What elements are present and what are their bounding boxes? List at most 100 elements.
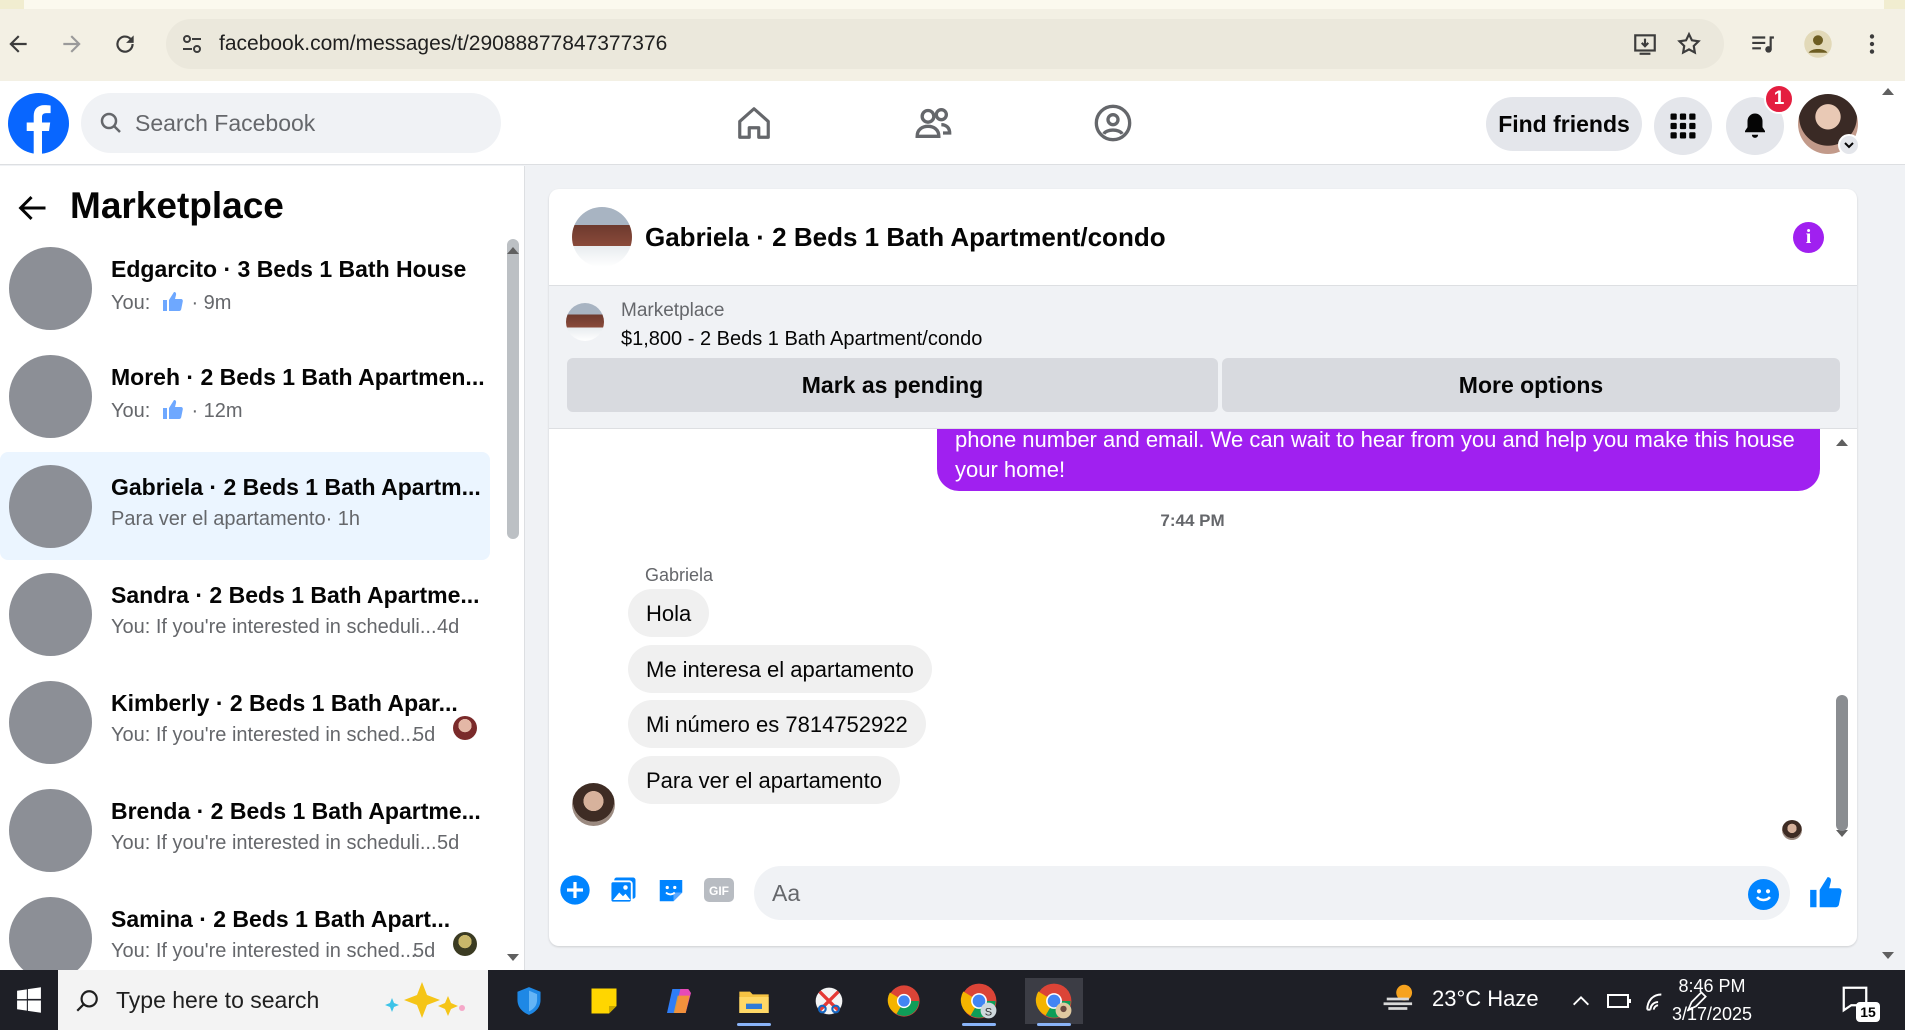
back-icon[interactable] xyxy=(0,26,36,62)
listing-thumbnail xyxy=(9,573,92,656)
copilot-app-icon[interactable] xyxy=(650,978,708,1024)
taskbar-time[interactable]: 8:46 PM xyxy=(1672,976,1752,997)
message-input[interactable] xyxy=(754,866,1790,920)
listing-thumbnail xyxy=(9,681,92,764)
weather-haze-icon[interactable] xyxy=(1382,980,1420,1018)
snipping-tool-app-icon[interactable] xyxy=(800,978,858,1024)
facebook-search[interactable] xyxy=(81,93,501,153)
conversation-item-active[interactable]: Gabriela · 2 Beds 1 Bath Apartm... Para … xyxy=(0,452,490,560)
preview-text: You: If you're interested in scheduli... xyxy=(111,832,437,854)
chrome-active-app-icon[interactable] xyxy=(1025,978,1083,1026)
taskbar-search-box[interactable]: Type here to search xyxy=(58,970,488,1030)
groups-icon[interactable] xyxy=(1083,93,1143,153)
conversation-item[interactable]: Edgarcito · 3 Beds 1 Bath House You: · 9… xyxy=(0,234,490,342)
media-control-icon[interactable] xyxy=(1744,26,1780,62)
page-scroll-up-arrow-icon[interactable] xyxy=(1880,85,1896,97)
profile-icon[interactable] xyxy=(1800,26,1836,62)
sticker-icon[interactable] xyxy=(655,874,687,906)
chat-listing-avatar[interactable] xyxy=(572,207,632,267)
conversation-time: · 9m xyxy=(191,292,232,314)
address-bar[interactable]: facebook.com/messages/t/2908887784737737… xyxy=(166,19,1724,69)
windows-taskbar: Type here to search S 23°C Haze 8:46 PM … xyxy=(0,970,1905,1030)
url-text[interactable]: facebook.com/messages/t/2908887784737737… xyxy=(219,32,667,56)
browser-menu-icon[interactable] xyxy=(1854,26,1890,62)
facebook-header: Find friends xyxy=(0,81,1905,165)
read-receipt-avatar xyxy=(1782,820,1802,840)
bookmark-star-icon[interactable] xyxy=(1676,31,1702,62)
conversation-item[interactable]: Kimberly · 2 Beds 1 Bath Apar... You: If… xyxy=(0,668,490,776)
scroll-down-arrow-icon[interactable] xyxy=(505,952,521,964)
message-composer: GIF xyxy=(549,849,1857,946)
thumbs-up-icon xyxy=(162,400,183,419)
home-icon[interactable] xyxy=(724,93,784,153)
svg-text:S: S xyxy=(985,1006,992,1018)
photo-gallery-icon[interactable] xyxy=(607,874,639,906)
running-indicator xyxy=(737,1023,771,1026)
facebook-search-input[interactable] xyxy=(135,93,485,153)
preview-text: Para ver el apartamento xyxy=(111,508,326,530)
conversation-item[interactable]: Moreh · 2 Beds 1 Bath Apartmen... You: ·… xyxy=(0,342,490,450)
file-explorer-app-icon[interactable] xyxy=(725,978,783,1026)
sticky-notes-app-icon[interactable] xyxy=(575,978,633,1024)
menu-grid-icon[interactable] xyxy=(1654,97,1712,155)
more-options-button[interactable]: More options xyxy=(1222,358,1840,412)
find-friends-button[interactable]: Find friends xyxy=(1486,97,1642,151)
conversation-time: · 12m xyxy=(191,400,243,422)
install-app-icon[interactable] xyxy=(1632,31,1658,62)
conversation-item[interactable]: Sandra · 2 Beds 1 Bath Apartme... You: I… xyxy=(0,560,490,668)
chrome-app-icon[interactable] xyxy=(875,978,933,1024)
chevron-down-icon[interactable] xyxy=(1838,134,1860,156)
conversation-item[interactable]: Samina · 2 Beds 1 Bath Apart... You: If … xyxy=(0,884,490,970)
gif-icon[interactable]: GIF xyxy=(703,874,735,906)
chat-title[interactable]: Gabriela · 2 Beds 1 Bath Apartment/condo xyxy=(645,222,1166,253)
facebook-logo-icon[interactable] xyxy=(8,93,69,154)
taskbar-search-placeholder: Type here to search xyxy=(116,987,320,1013)
back-arrow-icon[interactable] xyxy=(14,190,50,226)
chrome-profile-app-icon[interactable]: S xyxy=(950,978,1008,1026)
conversation-title: Brenda · 2 Beds 1 Bath Apartme... xyxy=(111,798,481,824)
mark-as-pending-button[interactable]: Mark as pending xyxy=(567,358,1218,412)
conversation-title: Moreh · 2 Beds 1 Bath Apartmen... xyxy=(111,364,485,390)
chat-scroll-up-arrow-icon[interactable] xyxy=(1835,437,1849,447)
conversation-title: Kimberly · 2 Beds 1 Bath Apar... xyxy=(111,690,458,716)
battery-icon[interactable] xyxy=(1606,990,1632,1012)
action-center-count: 15 xyxy=(1856,1002,1880,1022)
listing-thumbnail[interactable] xyxy=(566,303,604,341)
active-tab[interactable] xyxy=(24,0,1884,9)
outgoing-message-bubble: phone number and email. We can wait to h… xyxy=(937,429,1820,491)
sender-name: Gabriela xyxy=(645,565,714,585)
chat-scrollbar[interactable] xyxy=(1836,695,1848,831)
friends-icon[interactable] xyxy=(903,93,963,153)
conversation-list-scrollbar[interactable] xyxy=(507,239,519,539)
preview-text: You: xyxy=(111,400,151,422)
listing-thumbnail xyxy=(9,789,92,872)
thumbs-up-send-icon[interactable] xyxy=(1807,874,1845,912)
conversation-title: Gabriela · 2 Beds 1 Bath Apartm... xyxy=(111,474,481,500)
conversation-time: 5d xyxy=(413,724,436,746)
message-timestamp: 7:44 PM xyxy=(1160,511,1225,530)
running-indicator xyxy=(1037,1023,1071,1026)
taskbar-date[interactable]: 3/17/2025 xyxy=(1660,1004,1764,1025)
windows-start-icon[interactable] xyxy=(0,970,58,1030)
sender-avatar[interactable] xyxy=(572,783,615,826)
conversation-item[interactable]: Brenda · 2 Beds 1 Bath Apartme... You: I… xyxy=(0,776,490,884)
defender-app-icon[interactable] xyxy=(500,978,558,1024)
incoming-message-bubble: Para ver el apartamento xyxy=(628,756,901,804)
chevron-up-icon[interactable] xyxy=(1570,990,1592,1012)
site-info-icon[interactable] xyxy=(180,32,204,61)
emoji-icon[interactable] xyxy=(1748,879,1779,910)
weather-text[interactable]: 23°C Haze xyxy=(1432,986,1539,1012)
plus-circle-icon[interactable] xyxy=(559,874,591,906)
preview-text: You: If you're interested in sched... xyxy=(111,940,417,962)
scroll-up-arrow-icon[interactable] xyxy=(505,244,521,256)
forward-icon[interactable] xyxy=(54,26,90,62)
listing-title[interactable]: $1,800 - 2 Beds 1 Bath Apartment/condo xyxy=(621,328,982,351)
svg-text:GIF: GIF xyxy=(709,884,729,898)
page-scroll-down-arrow-icon[interactable] xyxy=(1880,950,1896,962)
conversation-title: Samina · 2 Beds 1 Bath Apart... xyxy=(111,906,451,932)
info-icon[interactable]: i xyxy=(1793,222,1824,253)
reload-icon[interactable] xyxy=(107,26,143,62)
page-title: Marketplace xyxy=(70,185,284,226)
marketplace-label: Marketplace xyxy=(621,300,725,321)
notification-count-badge: 1 xyxy=(1764,84,1794,114)
